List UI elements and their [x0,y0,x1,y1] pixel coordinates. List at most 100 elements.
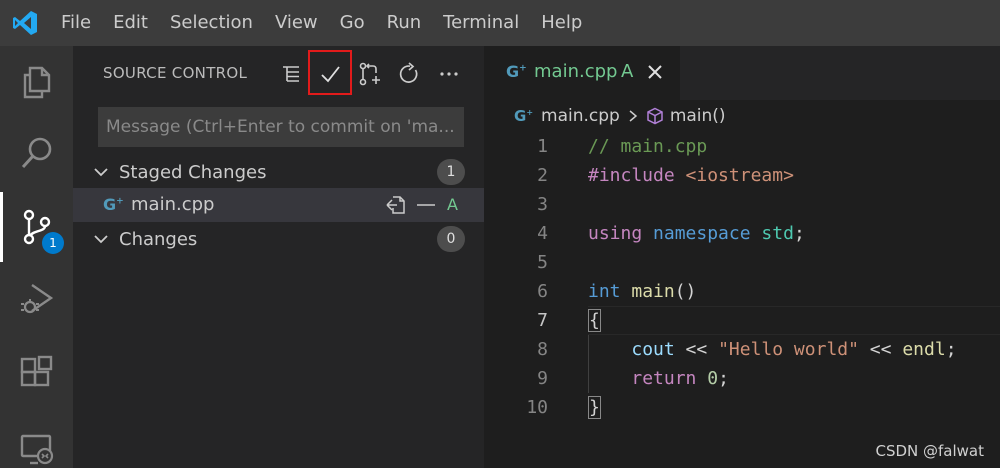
menu-item-selection[interactable]: Selection [159,0,264,46]
breadcrumb-file[interactable]: main.cpp [541,106,620,126]
menu-bar: File Edit Selection View Go Run Terminal Help [50,0,593,46]
chevron-right-icon [629,110,637,122]
code-token: } [588,396,601,419]
code-token: endl [902,339,946,360]
code-text: { [588,306,601,335]
menu-item-file[interactable]: File [50,0,102,46]
menu-item-go[interactable]: Go [329,0,376,46]
changes-group[interactable]: Changes 0 [73,223,484,255]
staged-changes-group[interactable]: Staged Changes 1 [73,156,484,188]
extensions-activity-button[interactable] [0,338,73,408]
remote-explorer-activity-button[interactable] [0,414,73,468]
chevron-down-icon [94,168,108,177]
code-token: << [858,339,903,360]
line-number: 7 [537,310,548,331]
code-line: 2 #include <iostream> [484,161,1000,190]
git-pull-request-create-icon [359,62,380,86]
code-line: 6 int main() [484,277,1000,306]
code-token: std [761,223,794,244]
open-file-button[interactable] [383,193,409,217]
breadcrumb-symbol[interactable]: main() [670,106,726,126]
line-number: 2 [537,165,548,186]
run-debug-activity-button[interactable] [0,264,73,334]
code-token: #include [588,165,675,186]
tab-file-name: main.cpp [534,61,618,82]
menu-item-run[interactable]: Run [376,0,433,46]
source-control-badge: 1 [42,232,64,254]
menu-item-edit[interactable]: Edit [102,0,159,46]
title-bar: File Edit Selection View Go Run Terminal Help [0,0,1000,46]
commit-highlight-box [308,50,352,95]
code-text: using namespace std; [588,219,805,248]
code-line: 7{ [484,306,1000,335]
vscode-logo-icon [0,0,50,46]
panel-header: SOURCE CONTROL [73,46,484,100]
code-text: } [588,393,601,422]
watermark: CSDN @falwat [875,442,984,460]
code-line: 9 return 0; [484,364,1000,393]
changes-label: Changes [119,228,198,250]
more-actions-button[interactable] [431,56,467,92]
code-token: 0 [707,368,719,389]
remote-explorer-icon [20,434,53,465]
line-number: 6 [537,281,548,302]
unstage-changes-button[interactable] [413,193,439,217]
search-icon [21,137,51,169]
source-control-activity-button[interactable]: 1 [0,192,73,262]
menu-item-terminal[interactable]: Terminal [432,0,530,46]
code-token: // main.cpp [588,136,708,157]
menu-item-help[interactable]: Help [530,0,593,46]
search-activity-button[interactable] [0,118,73,188]
code-token: cout [631,339,675,360]
code-token: namespace [653,223,751,244]
editor-tab-main-cpp[interactable]: G+ main.cpp A [484,46,680,100]
refresh-button[interactable] [391,56,427,92]
code-token: { [588,309,601,332]
code-token: ; [945,339,957,360]
code-token: <iostream> [685,165,794,186]
staged-file-row[interactable]: G+ main.cpp A [73,188,484,222]
file-status-added: A [447,195,458,214]
refresh-icon [399,62,418,83]
code-line: 1 // main.cpp [484,132,1000,161]
panel-title: SOURCE CONTROL [103,64,248,82]
line-number: 1 [537,136,548,157]
staged-changes-label: Staged Changes [119,161,267,183]
view-as-tree-button[interactable] [273,56,309,92]
breadcrumb: G+ main.cpp main() [514,104,726,128]
code-line: 8 cout << "Hello world" << endl; [484,335,1000,364]
run-debug-icon [20,284,53,314]
code-token: "Hello world" [718,339,859,360]
code-token: ; [718,368,729,389]
create-pull-request-button[interactable] [352,56,388,92]
code-line: 4 using namespace std; [484,219,1000,248]
code-text: int main() [588,277,696,306]
menu-item-view[interactable]: View [264,0,329,46]
cpp-file-icon: G+ [514,107,534,125]
code-text: cout << "Hello world" << endl; [588,335,957,364]
code-line: 10} [484,393,1000,422]
changes-count-badge: 0 [437,226,465,252]
line-number: 4 [537,223,548,244]
line-number: 9 [537,368,548,389]
code-line: 3 [484,190,1000,219]
close-icon[interactable] [644,61,666,83]
staged-count-badge: 1 [437,159,465,185]
list-tree-icon [283,66,299,82]
explorer-activity-button[interactable] [0,46,73,116]
commit-message-input[interactable] [98,107,464,147]
code-token: << [674,339,719,360]
editor-tab-bar: G+ main.cpp A [484,46,1000,100]
tab-status-added: A [621,61,634,82]
code-token: using [588,223,643,244]
cpp-file-icon: G+ [506,62,527,81]
code-token: return [631,368,697,389]
cpp-file-icon: G+ [103,195,124,214]
code-text: #include <iostream> [588,161,794,190]
symbol-method-icon [647,107,663,125]
